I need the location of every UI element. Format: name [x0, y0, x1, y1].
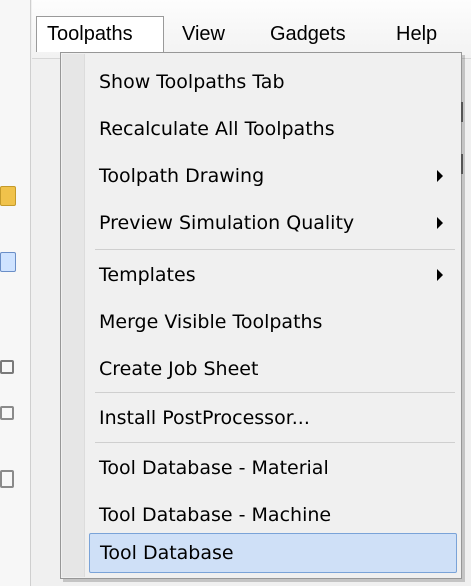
toolpaths-dropdown-menu: Show Toolpaths Tab Recalculate All Toolp…	[60, 52, 462, 579]
menu-item-label: Templates	[99, 264, 196, 286]
menu-item-merge-visible-toolpaths[interactable]: Merge Visible Toolpaths	[89, 303, 457, 341]
menu-item-preview-simulation-quality[interactable]: Preview Simulation Quality	[89, 204, 457, 242]
menu-item-tool-database-material[interactable]: Tool Database - Material	[89, 449, 457, 487]
menu-item-label: Tool Database - Machine	[99, 504, 332, 526]
shape-icon[interactable]	[0, 360, 14, 374]
background-edge-line	[461, 154, 463, 174]
menu-view-label: View	[182, 22, 225, 45]
menu-toolpaths[interactable]: Toolpaths	[36, 16, 164, 52]
menu-gadgets-label: Gadgets	[270, 22, 346, 45]
menu-bar: Toolpaths View Gadgets Help	[32, 0, 471, 59]
folder-icon[interactable]	[0, 186, 16, 206]
chevron-right-icon	[437, 217, 443, 229]
menu-item-label: Create Job Sheet	[99, 358, 259, 380]
menu-item-label: Toolpath Drawing	[99, 165, 265, 187]
app-toolbar-strip	[0, 0, 31, 586]
menu-item-label: Tool Database	[100, 542, 234, 564]
menu-item-label: Install PostProcessor...	[99, 407, 310, 429]
menu-item-show-toolpaths-tab[interactable]: Show Toolpaths Tab	[89, 63, 457, 101]
menu-item-label: Merge Visible Toolpaths	[99, 311, 323, 333]
menu-item-recalculate-all-toolpaths[interactable]: Recalculate All Toolpaths	[89, 110, 457, 148]
menu-item-templates[interactable]: Templates	[89, 256, 457, 294]
menu-gadgets[interactable]: Gadgets	[260, 16, 356, 52]
chevron-right-icon	[437, 170, 443, 182]
menu-view[interactable]: View	[172, 16, 235, 52]
menu-item-install-postprocessor[interactable]: Install PostProcessor...	[89, 399, 457, 437]
menu-help[interactable]: Help	[386, 16, 447, 52]
menu-icon-gutter	[62, 54, 85, 577]
shape-icon[interactable]	[0, 406, 14, 420]
menu-separator	[95, 442, 455, 443]
menu-separator	[95, 249, 455, 250]
menu-item-label: Recalculate All Toolpaths	[99, 118, 335, 140]
menu-help-label: Help	[396, 22, 438, 45]
menu-item-label: Show Toolpaths Tab	[99, 71, 285, 93]
shape-icon[interactable]	[0, 470, 14, 488]
menu-item-label: Tool Database - Material	[99, 457, 329, 479]
menu-item-tool-database-machine[interactable]: Tool Database - Machine	[89, 496, 457, 534]
menu-toolpaths-label: Toolpaths	[47, 23, 133, 45]
document-icon[interactable]	[0, 252, 16, 272]
menu-item-create-job-sheet[interactable]: Create Job Sheet	[89, 350, 457, 388]
background-edge-line	[461, 102, 463, 122]
menu-item-toolpath-drawing[interactable]: Toolpath Drawing	[89, 157, 457, 195]
menu-separator	[95, 392, 455, 393]
chevron-right-icon	[437, 269, 443, 281]
menu-item-tool-database[interactable]: Tool Database	[89, 533, 457, 573]
menu-item-label: Preview Simulation Quality	[99, 212, 355, 234]
